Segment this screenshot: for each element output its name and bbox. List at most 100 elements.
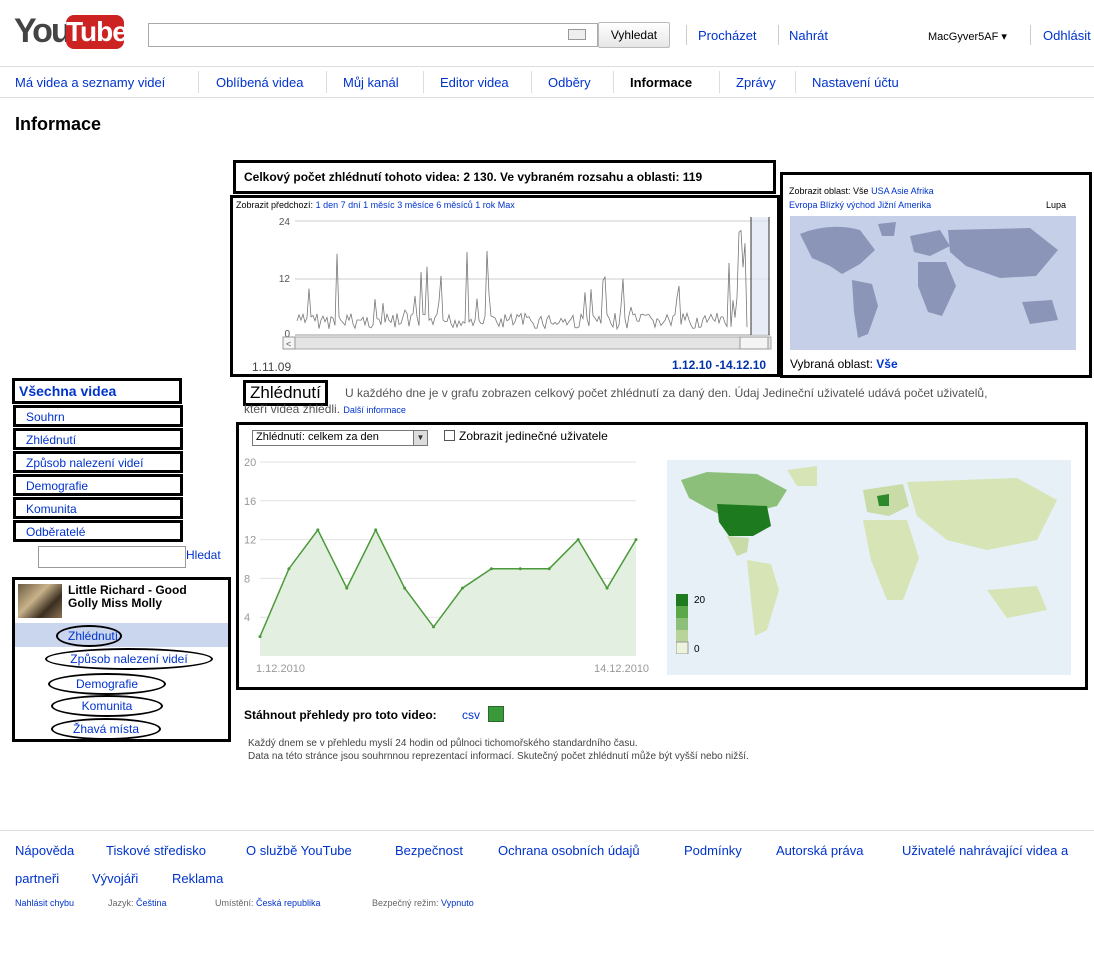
region-all[interactable]: Vše	[853, 186, 869, 196]
scroll-left-arrow-icon: <	[286, 339, 291, 349]
keyboard-icon[interactable]	[568, 29, 586, 40]
timeline-line	[296, 229, 748, 331]
location-setting[interactable]: Umístění: Česká republika	[215, 898, 321, 908]
tab-my-videos[interactable]: Má videa a seznamy videí	[15, 75, 165, 90]
region-south-america[interactable]: Jižní Amerika	[878, 200, 932, 210]
unique-users-label: Zobrazit jedinečné uživatele	[459, 429, 608, 443]
footer-link[interactable]: Bezpečnost	[395, 843, 463, 858]
tab-my-channel[interactable]: Můj kanál	[343, 75, 399, 90]
sidebar-search-input[interactable]	[38, 546, 186, 568]
tab-messages[interactable]: Zprávy	[736, 75, 776, 90]
data-point	[287, 567, 291, 571]
daily-views-chart[interactable]: 20 16 12 8 4 1.12.2010 14.12.2010	[242, 452, 658, 680]
data-point	[605, 586, 609, 590]
range-1-day[interactable]: 1 den	[316, 200, 339, 210]
timeline-y-tick: 12	[279, 274, 291, 285]
footer-link[interactable]: Podmínky	[684, 843, 742, 858]
zoom-link[interactable]: Lupa	[1046, 200, 1066, 210]
region-europe[interactable]: Evropa	[789, 200, 818, 210]
video-item-discovery[interactable]: Způsob nalezení videí	[45, 648, 213, 670]
sidebar-item-community[interactable]: Komunita	[13, 497, 183, 519]
divider	[686, 25, 687, 45]
more-info-link[interactable]: Další informace	[343, 405, 406, 415]
region-middle-east[interactable]: Blízký východ	[820, 200, 875, 210]
page-title: Informace	[15, 114, 102, 134]
footer-link[interactable]: Reklama	[172, 871, 223, 886]
footer-link[interactable]: partneři	[15, 871, 59, 886]
browse-link[interactable]: Procházet	[698, 28, 757, 43]
region-row-1: Zobrazit oblast: Vše USA Asie Afrika	[789, 186, 934, 196]
region-africa[interactable]: Afrika	[911, 186, 934, 196]
sidebar-item-discovery[interactable]: Způsob nalezení videí	[13, 451, 183, 473]
report-bug-link[interactable]: Nahlásit chybu	[15, 898, 74, 908]
user-menu[interactable]: MacGyver5AF ▾	[928, 30, 1007, 43]
data-point	[576, 538, 580, 542]
selected-region-value: Vše	[876, 357, 898, 371]
range-3-months[interactable]: 3 měsíce	[397, 200, 434, 210]
range-1-year[interactable]: 1 rok	[475, 200, 495, 210]
timeline-selected-range: 1.12.10 -14.12.10	[672, 358, 767, 372]
region-asia[interactable]: Asie	[891, 186, 909, 196]
sidebar-item-subscribers[interactable]: Odběratelé	[13, 520, 183, 542]
metric-select[interactable]: Zhlédnutí: celkem za den	[252, 430, 428, 446]
data-point	[432, 625, 436, 629]
footer: Nápověda Tiskové středisko O službě YouT…	[0, 830, 1094, 960]
region-world-map[interactable]	[790, 216, 1076, 350]
data-point	[547, 567, 551, 571]
sidebar-search-button[interactable]: Hledat	[186, 548, 221, 562]
footer-link[interactable]: Nápověda	[15, 843, 74, 858]
upload-link[interactable]: Nahrát	[789, 28, 828, 43]
footer-link[interactable]: Autorská práva	[776, 843, 863, 858]
data-point	[345, 586, 349, 590]
tab-account-settings[interactable]: Nastavení účtu	[812, 75, 899, 90]
logout-link[interactable]: Odhlásit	[1043, 28, 1091, 43]
data-point	[374, 528, 378, 532]
timeline-chart[interactable]: 24 12 0 <	[235, 213, 775, 357]
range-1-month[interactable]: 1 měsíc	[363, 200, 395, 210]
timeline-start-date: 1.11.09	[252, 360, 292, 374]
search-input[interactable]	[148, 23, 598, 47]
video-item-community[interactable]: Komunita	[51, 695, 163, 717]
range-6-months[interactable]: 6 měsíců	[436, 200, 473, 210]
data-point	[460, 586, 464, 590]
video-item-hot-spots[interactable]: Žhavá místa	[51, 718, 161, 740]
footer-link[interactable]: Uživatelé nahrávající videa a	[902, 843, 1068, 858]
data-point	[489, 567, 493, 571]
sidebar-item-demographics[interactable]: Demografie	[13, 474, 183, 496]
spreadsheet-icon[interactable]	[488, 706, 504, 722]
range-label: Zobrazit předchozí:	[236, 200, 314, 210]
timeline-y-tick: 24	[279, 217, 291, 228]
footer-link[interactable]: Tiskové středisko	[106, 843, 206, 858]
video-thumbnail[interactable]	[18, 584, 62, 618]
tab-subscriptions[interactable]: Odběry	[548, 75, 591, 90]
tab-video-editor[interactable]: Editor videa	[440, 75, 509, 90]
tab-insight[interactable]: Informace	[630, 75, 692, 90]
chevron-down-icon[interactable]: ▼	[413, 431, 427, 445]
language-setting[interactable]: Jazyk: Čeština	[108, 898, 167, 908]
video-title[interactable]: Little Richard - Good Golly Miss Molly	[68, 584, 218, 610]
range-selector: Zobrazit předchozí: 1 den 7 dní 1 měsíc …	[236, 200, 515, 210]
youtube-logo[interactable]: You Tube	[14, 12, 128, 52]
range-7-days[interactable]: 7 dní	[341, 200, 361, 210]
footer-link[interactable]: Ochrana osobních údajů	[498, 843, 640, 858]
video-item-demographics[interactable]: Demografie	[48, 673, 166, 695]
sidebar-item-views[interactable]: Zhlédnutí	[13, 428, 183, 450]
timeline-scrollbar	[282, 336, 772, 350]
unique-users-checkbox[interactable]	[444, 430, 455, 441]
sidebar-all-videos[interactable]: Všechna videa	[12, 378, 182, 404]
footer-link[interactable]: O službě YouTube	[246, 843, 352, 858]
region-usa[interactable]: USA	[871, 186, 889, 196]
tab-favorites[interactable]: Oblíbená videa	[216, 75, 303, 90]
video-item-views[interactable]: Zhlédnutí	[56, 625, 122, 647]
divider	[1030, 25, 1031, 45]
account-tabs: Má videa a seznamy videí Oblíbená videa …	[0, 66, 1094, 98]
sidebar-item-summary[interactable]: Souhrn	[13, 405, 183, 427]
footer-link[interactable]: Vývojáři	[92, 871, 138, 886]
range-max[interactable]: Max	[498, 200, 515, 210]
download-csv-link[interactable]: csv	[462, 708, 480, 722]
divider	[778, 25, 779, 45]
views-world-map[interactable]	[667, 460, 1071, 675]
search-button[interactable]: Vyhledat	[598, 22, 670, 48]
safety-mode-setting[interactable]: Bezpečný režim: Vypnuto	[372, 898, 474, 908]
logo-you-text: You	[14, 12, 72, 50]
